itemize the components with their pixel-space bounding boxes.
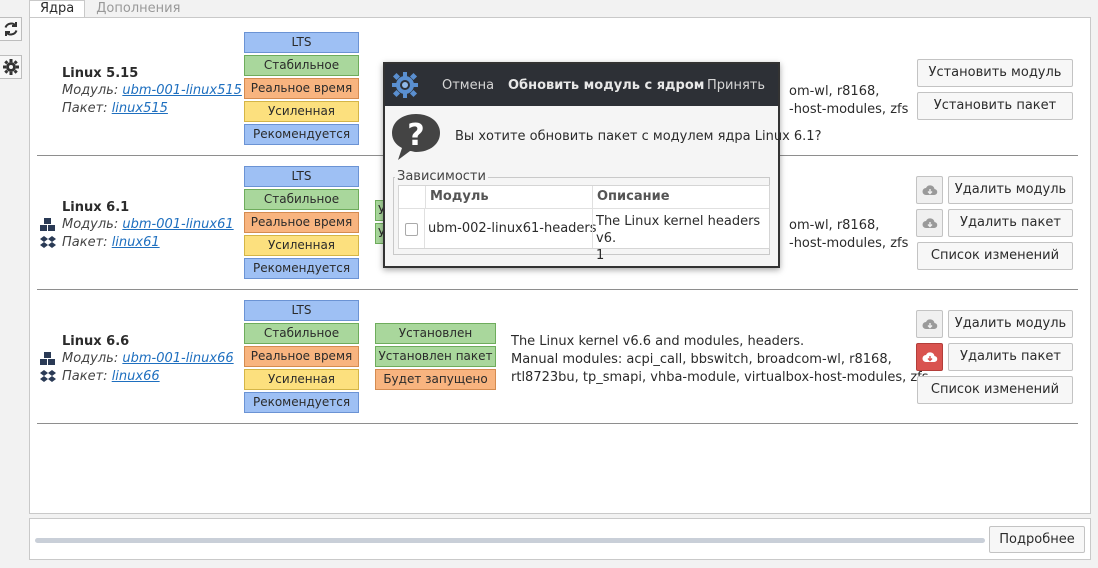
module-label: Модуль:: [62, 83, 119, 98]
table-row[interactable]: ubm-002-linux61-headers The Linux kernel…: [399, 208, 769, 263]
app-logo: [385, 72, 425, 98]
package-label: Пакет:: [62, 369, 108, 384]
dependency-description-line-1: The Linux kernel headers v6.: [596, 214, 761, 246]
badge-stable: Стабильное: [244, 189, 359, 210]
badge-lts: LTS: [244, 300, 359, 321]
badge-recommended: Рекомендуется: [244, 258, 359, 279]
cloud-download-icon: [922, 185, 937, 196]
kernel-description-line-1: om-wl, r8168,: [789, 218, 880, 233]
kernel-package-line: Пакет: linux61: [62, 235, 160, 250]
module-link[interactable]: ubm-001-linux515: [122, 83, 242, 98]
tab-extras[interactable]: Дополнения: [85, 0, 191, 18]
tab-kernels[interactable]: Ядра: [29, 0, 86, 18]
badge-stable: Стабильное: [244, 55, 359, 76]
delete-module-cloud-button[interactable]: [916, 310, 943, 338]
delete-module-button[interactable]: Удалить модуль: [948, 176, 1073, 204]
dialog-message: Вы хотите обновить пакет с модулем ядра …: [455, 129, 822, 144]
cloud-download-icon: [922, 319, 937, 330]
dialog-title: Обновить модуль с ядром: [508, 77, 705, 93]
badge-realtime: Реальное время: [244, 346, 359, 367]
tab-bar: Ядра Дополнения: [29, 0, 191, 18]
kernel-module-line: Модуль: ubm-001-linux515: [62, 83, 242, 98]
kernel-description-line-2: Manual modules: acpi_call, bbswitch, bro…: [511, 352, 892, 367]
status-running: Будет запущено: [375, 369, 496, 390]
badge-lts: LTS: [244, 32, 359, 53]
dropbox-icon: [40, 236, 56, 248]
dependency-module-cell: ubm-002-linux61-headers: [428, 221, 597, 236]
delete-package-cloud-button[interactable]: [916, 209, 943, 237]
delete-package-cloud-button[interactable]: [916, 343, 943, 371]
package-link[interactable]: linux61: [112, 235, 160, 250]
cloud-download-icon: [922, 218, 937, 229]
changelog-button[interactable]: Список изменений: [917, 376, 1073, 404]
kernel-name: Linux 6.6: [62, 334, 130, 349]
kernel-row-linux66: Linux 6.6 Модуль: ubm-001-linux66 Пакет:…: [37, 290, 1078, 424]
delete-module-button[interactable]: Удалить модуль: [948, 310, 1073, 338]
dependency-checkbox[interactable]: [405, 223, 418, 236]
package-link[interactable]: linux66: [112, 369, 160, 384]
badge-realtime: Реальное время: [244, 78, 359, 99]
kernel-description-line-3: rtl8723bu, tp_smapi, vhba-module, virtua…: [511, 370, 929, 385]
badge-stable: Стабильное: [244, 323, 359, 344]
status-package-installed: Установлен пакет: [375, 346, 496, 367]
badge-hardened: Усиленная защита: [244, 369, 359, 405]
install-module-button[interactable]: Установить модуль: [917, 59, 1073, 87]
install-package-button[interactable]: Установить пакет: [917, 92, 1073, 120]
kernel-package-line: Пакет: linux66: [62, 369, 160, 384]
gear-logo-icon: [392, 72, 418, 98]
kernel-description-line-1: The Linux kernel v6.6 and modules, heade…: [511, 334, 805, 349]
cloud-download-icon: [922, 352, 937, 363]
delete-package-button[interactable]: Удалить пакет: [948, 209, 1073, 237]
badge-realtime: Реальное время: [244, 212, 359, 233]
update-module-dialog: Отмена Обновить модуль с ядром Принять ?…: [383, 62, 821, 268]
dependencies-table: Модуль Описание ubm-002-linux61-headers …: [398, 185, 770, 263]
delete-module-cloud-button[interactable]: [916, 176, 943, 204]
dependency-description-cell: The Linux kernel headers v6. 1: [596, 213, 769, 264]
module-label: Модуль:: [62, 351, 119, 366]
kernel-description-line-2: -host-modules, zfs: [789, 102, 909, 117]
badge-hardened: Усиленная защита: [244, 101, 359, 137]
details-button[interactable]: Подробнее: [989, 526, 1085, 553]
package-label: Пакет:: [62, 101, 108, 116]
cubes-icon: [40, 218, 55, 231]
delete-package-button[interactable]: Удалить пакет: [948, 343, 1073, 371]
kernel-description-line-1: om-wl, r8168,: [789, 84, 880, 99]
module-link[interactable]: ubm-001-linux66: [122, 351, 233, 366]
package-label: Пакет:: [62, 235, 108, 250]
kernel-package-line: Пакет: linux515: [62, 101, 168, 116]
package-link[interactable]: linux515: [112, 101, 168, 116]
refresh-icon: [4, 22, 17, 36]
badge-recommended: Рекомендуется: [244, 124, 359, 145]
column-header-module[interactable]: Модуль: [425, 186, 593, 208]
changelog-button[interactable]: Список изменений: [917, 242, 1073, 270]
dialog-accept-button[interactable]: Принять: [707, 78, 765, 93]
badge-lts: LTS: [244, 166, 359, 187]
badge-hardened: Усиленная защита: [244, 235, 359, 271]
dropbox-icon: [40, 370, 56, 382]
dependencies-label: Зависимости: [395, 169, 488, 184]
kernel-name: Linux 5.15: [62, 66, 139, 81]
dependency-description-line-2: 1: [596, 248, 605, 263]
gear-icon: [2, 59, 19, 75]
kernel-module-line: Модуль: ubm-001-linux66: [62, 351, 234, 366]
column-header-description[interactable]: Описание: [592, 186, 770, 208]
dialog-cancel-button[interactable]: Отмена: [442, 78, 494, 93]
badge-recommended: Рекомендуется: [244, 392, 359, 413]
module-label: Модуль:: [62, 217, 119, 232]
kernel-description-line-2: -host-modules, zfs: [789, 236, 909, 251]
progress-bar: [35, 538, 985, 543]
kernel-name: Linux 6.1: [62, 200, 130, 215]
module-link[interactable]: ubm-001-linux61: [122, 217, 233, 232]
svg-text:?: ?: [407, 118, 424, 153]
refresh-button[interactable]: [0, 17, 22, 41]
cubes-icon: [40, 352, 55, 365]
status-module-installed: Установлен модуль: [375, 323, 496, 359]
settings-button[interactable]: [0, 55, 22, 79]
bottom-bar: Подробнее: [29, 518, 1091, 560]
question-bubble-icon: ?: [392, 114, 440, 160]
dialog-header: Отмена Обновить модуль с ядром Принять: [385, 64, 778, 106]
kernel-module-line: Модуль: ubm-001-linux61: [62, 217, 234, 232]
